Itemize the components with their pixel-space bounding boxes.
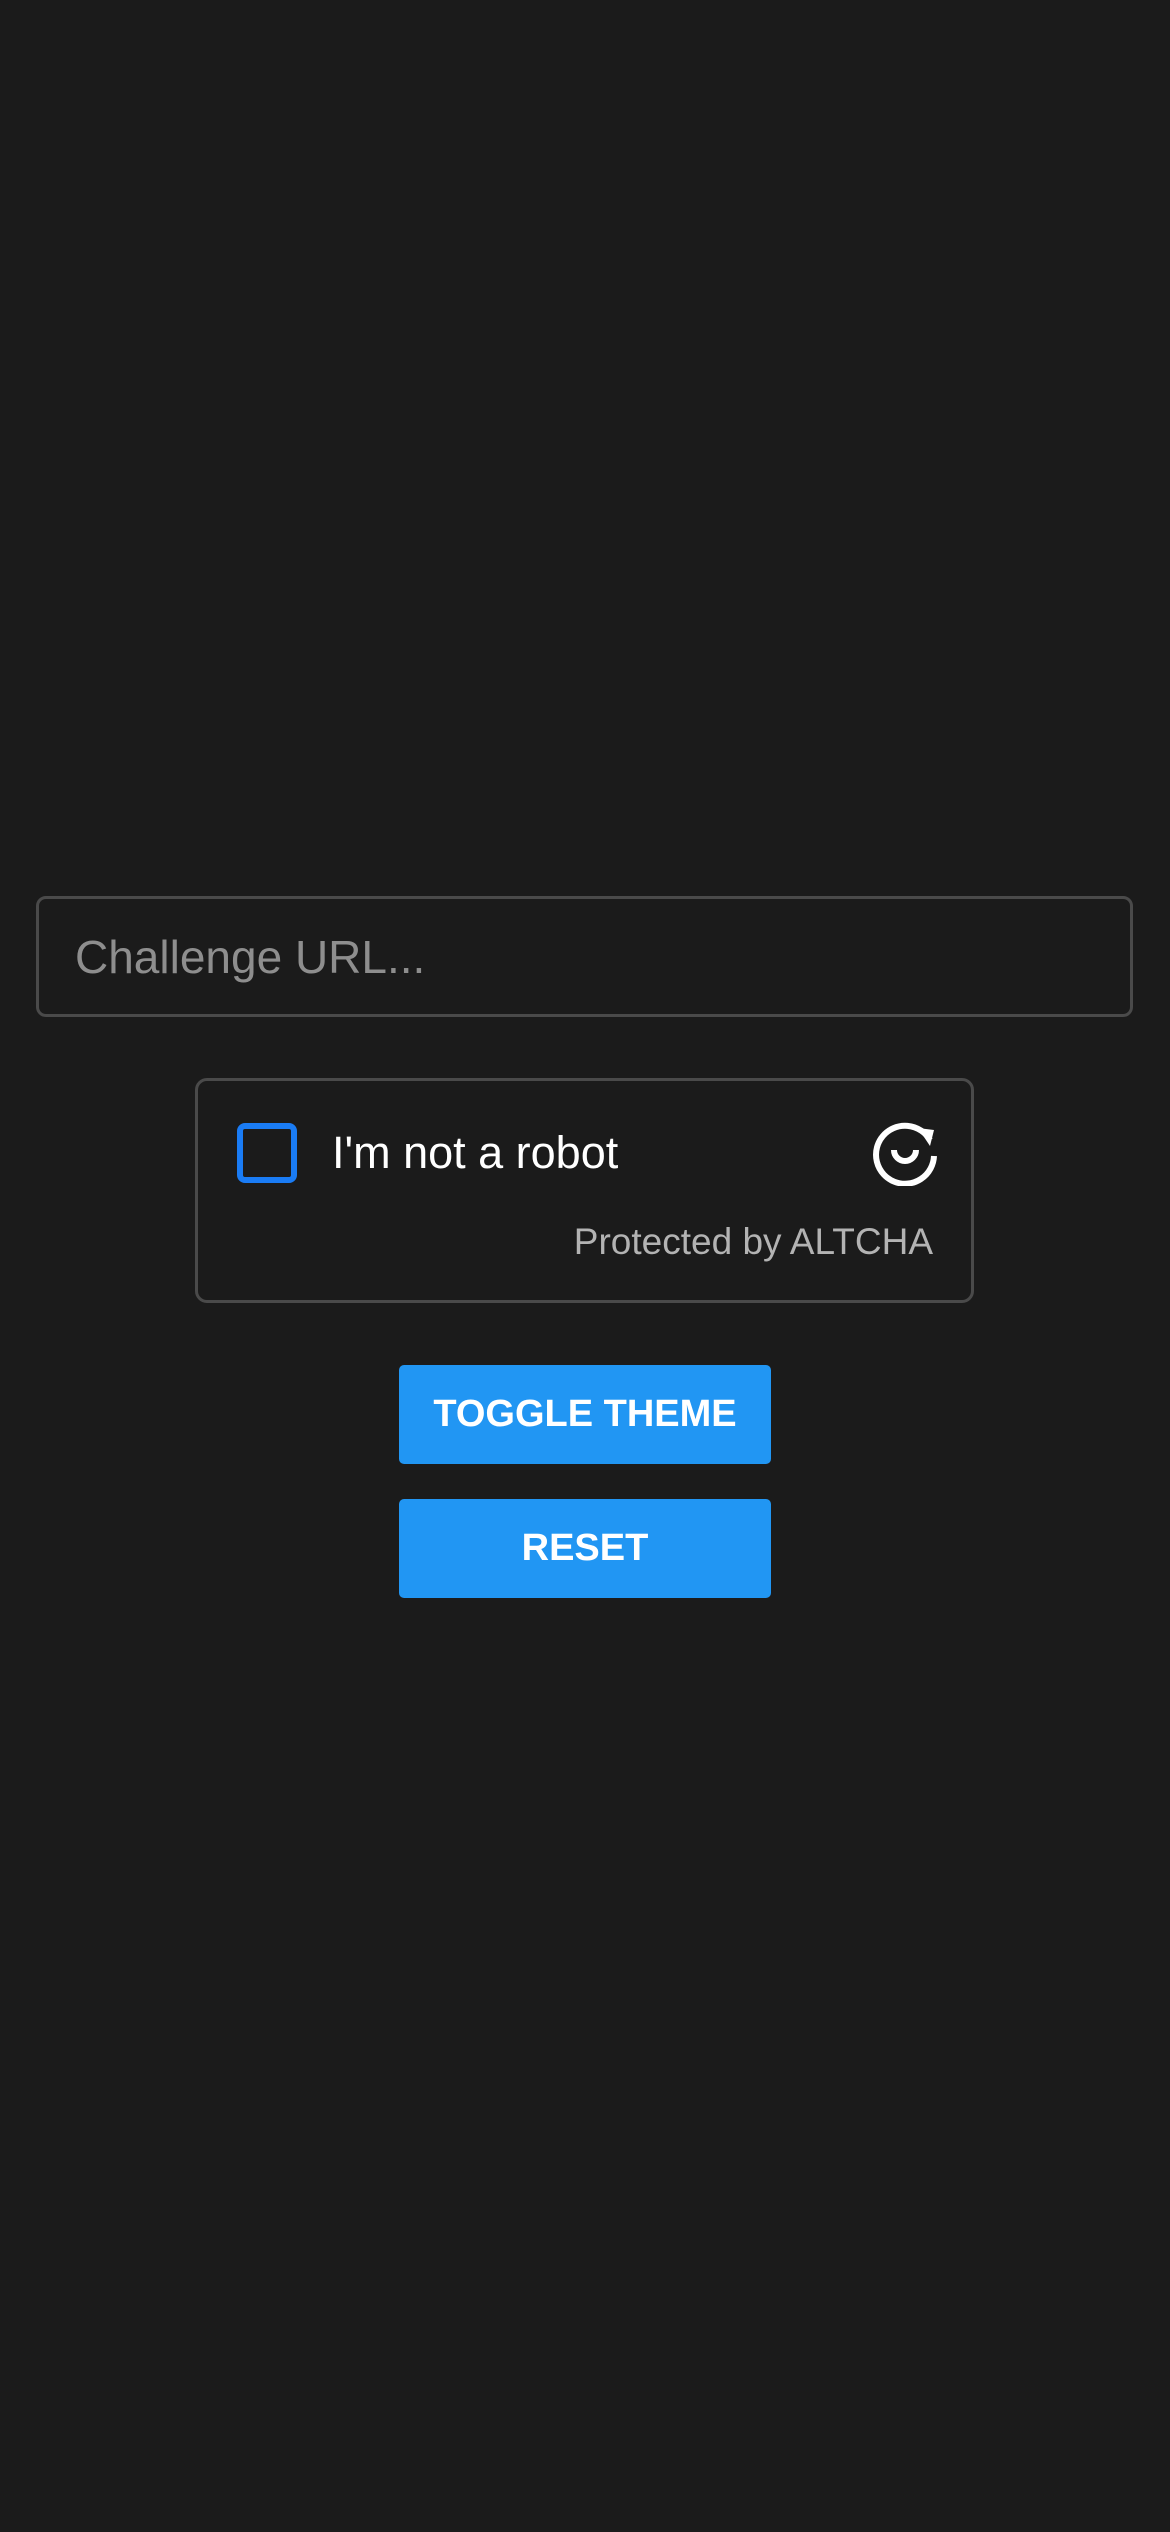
protected-by-altcha: Protected by ALTCHA (573, 1221, 933, 1262)
checkbox-label[interactable]: I'm not a robot (332, 1123, 618, 1183)
challenge-url-input[interactable] (36, 896, 1133, 1017)
toggle-theme-button[interactable]: TOGGLE THEME (399, 1365, 771, 1464)
altcha-widget: I'm not a robot Protected by ALTCHA (195, 1078, 974, 1303)
not-a-robot-checkbox[interactable] (237, 1123, 297, 1183)
altcha-logo-icon (873, 1122, 937, 1186)
reset-button[interactable]: RESET (399, 1499, 771, 1598)
